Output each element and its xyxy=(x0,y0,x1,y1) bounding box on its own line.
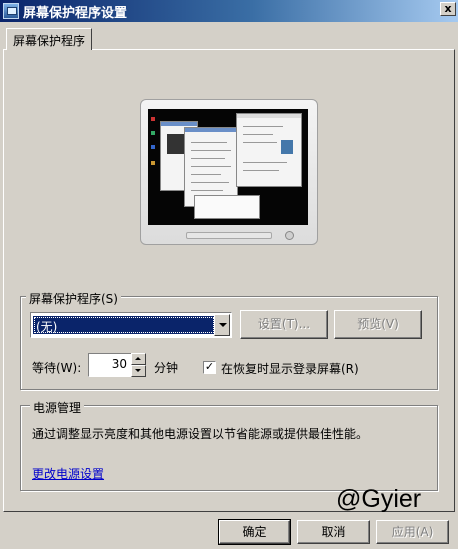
monitor-screen xyxy=(148,109,308,225)
preview-window xyxy=(194,195,260,219)
screensaver-group-label: 屏幕保护程序(S) xyxy=(26,290,121,307)
stepper-up-icon[interactable] xyxy=(131,353,146,365)
wait-unit-label: 分钟 xyxy=(154,361,179,375)
desktop-icon xyxy=(151,161,155,165)
power-button-icon xyxy=(285,231,294,240)
screensaver-select[interactable]: (无) xyxy=(30,312,232,338)
preview-button[interactable]: 预览(V) xyxy=(334,310,422,339)
power-description: 通过调整显示亮度和其他电源设置以节省能源或提供最佳性能。 xyxy=(32,427,369,441)
ok-button[interactable]: 确定 xyxy=(218,519,291,545)
settings-button[interactable]: 设置(T)... xyxy=(240,310,328,339)
desktop-icon xyxy=(151,131,155,135)
apply-button[interactable]: 应用(A) xyxy=(376,520,449,544)
title-bar: 屏幕保护程序设置 x xyxy=(0,0,458,22)
power-group-label: 电源管理 xyxy=(30,399,85,416)
monitor-slot xyxy=(186,232,272,239)
wait-label: 等待(W): xyxy=(32,361,82,375)
close-button[interactable]: x xyxy=(440,2,456,16)
window-title: 屏幕保护程序设置 xyxy=(23,5,128,21)
watermark: @Gyier xyxy=(336,485,422,513)
desktop-icon xyxy=(151,117,155,121)
tab-screensaver[interactable]: 屏幕保护程序 xyxy=(6,28,92,50)
resume-logon-checkbox[interactable]: ✓ xyxy=(203,361,216,374)
display-settings-icon xyxy=(3,3,19,19)
wait-stepper[interactable] xyxy=(131,353,146,377)
change-power-settings-link[interactable]: 更改电源设置 xyxy=(32,465,104,482)
screensaver-select-value: (无) xyxy=(33,316,215,334)
resume-logon-label[interactable]: 在恢复时显示登录屏幕(R) xyxy=(221,360,359,377)
cancel-button[interactable]: 取消 xyxy=(297,520,370,544)
stepper-down-icon[interactable] xyxy=(131,365,146,377)
chevron-down-icon[interactable] xyxy=(214,314,230,336)
wait-minutes-input[interactable]: 30 xyxy=(88,353,132,377)
preview-window xyxy=(236,113,302,187)
monitor-preview xyxy=(140,99,318,245)
desktop-icon xyxy=(151,145,155,149)
